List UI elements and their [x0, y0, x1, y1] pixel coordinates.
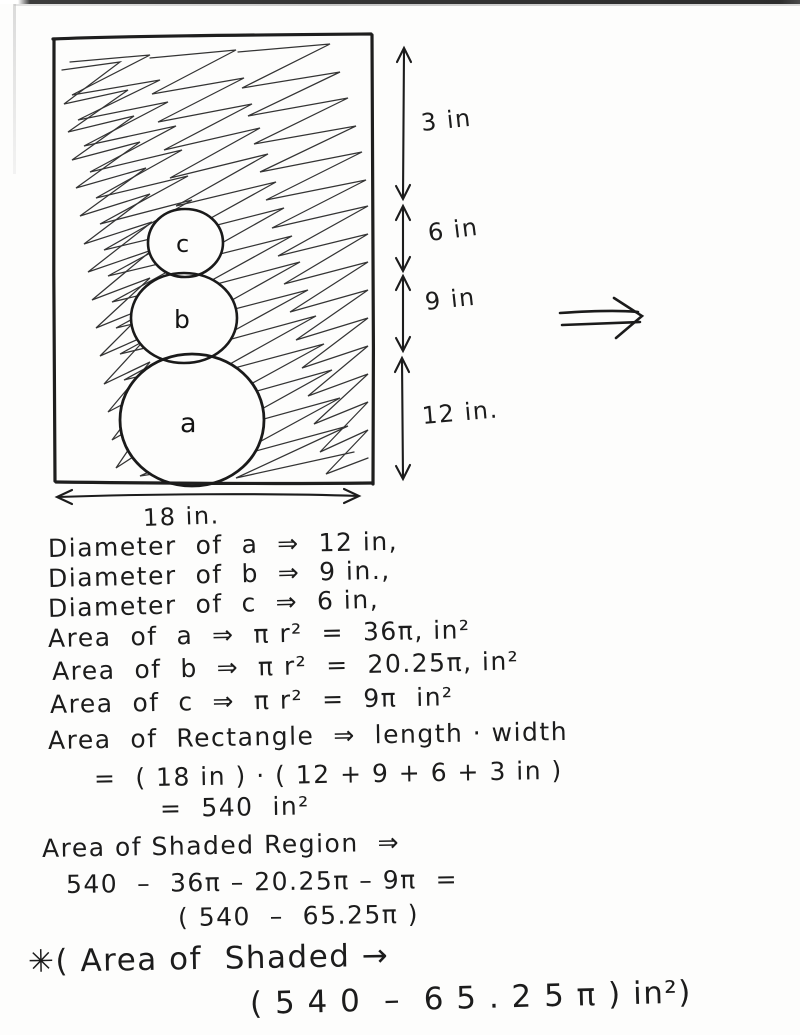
work-line-shaded-heading: Area of Shaded Region ⇒ [41, 827, 401, 863]
worksheet-page: c b a 3 in 6 in 9 in 12 in. 18 in. Diame… [0, 0, 800, 1035]
dimension-arrow-12in [393, 355, 412, 482]
work-line-area-rectangle: Area of Rectangle ⇒ length · width [47, 716, 569, 755]
dimension-label-9in: 9 in [423, 282, 477, 316]
dimension-label-18in: 18 in. [142, 501, 221, 532]
work-line-area-b: Area of b ⇒ π r² = 20.25π, in² [51, 646, 520, 686]
shaded-region-hatching [61, 43, 369, 479]
geometry-diagram: c b a [51, 32, 645, 506]
work-line-final-heading: ✳( Area of Shaded → [27, 937, 390, 980]
circle-c-label: c [176, 230, 189, 258]
implication-arrow-icon [558, 296, 645, 340]
circle-a-label: a [180, 408, 197, 439]
circle-b-label: b [174, 305, 190, 334]
work-line-area-rectangle-substitution: = ( 18 in ) · ( 12 + 9 + 6 + 3 in ) [93, 755, 564, 793]
work-line-shaded-substitution: 540 – 36π – 20.25π – 9π = [65, 864, 459, 899]
work-line-area-a: Area of a ⇒ π r² = 36π, in² [47, 615, 471, 653]
work-line-final-value: ( 5 4 0 – 6 5 . 2 5 π ) in²) [249, 974, 693, 1022]
work-line-area-c: Area of c ⇒ π r² = 9π in² [49, 682, 454, 719]
work-line-diameter-c: Diameter of c ⇒ 6 in, [47, 584, 380, 623]
dimension-label-3in: 3 in [419, 103, 473, 137]
dimension-arrow-9in [394, 273, 412, 354]
work-line-area-rectangle-value: = 540 in² [159, 791, 310, 823]
dimension-arrow-3in [394, 45, 413, 202]
work-line-shaded-value: ( 540 – 65.25π ) [177, 899, 420, 932]
dimension-arrow-6in [394, 203, 412, 274]
